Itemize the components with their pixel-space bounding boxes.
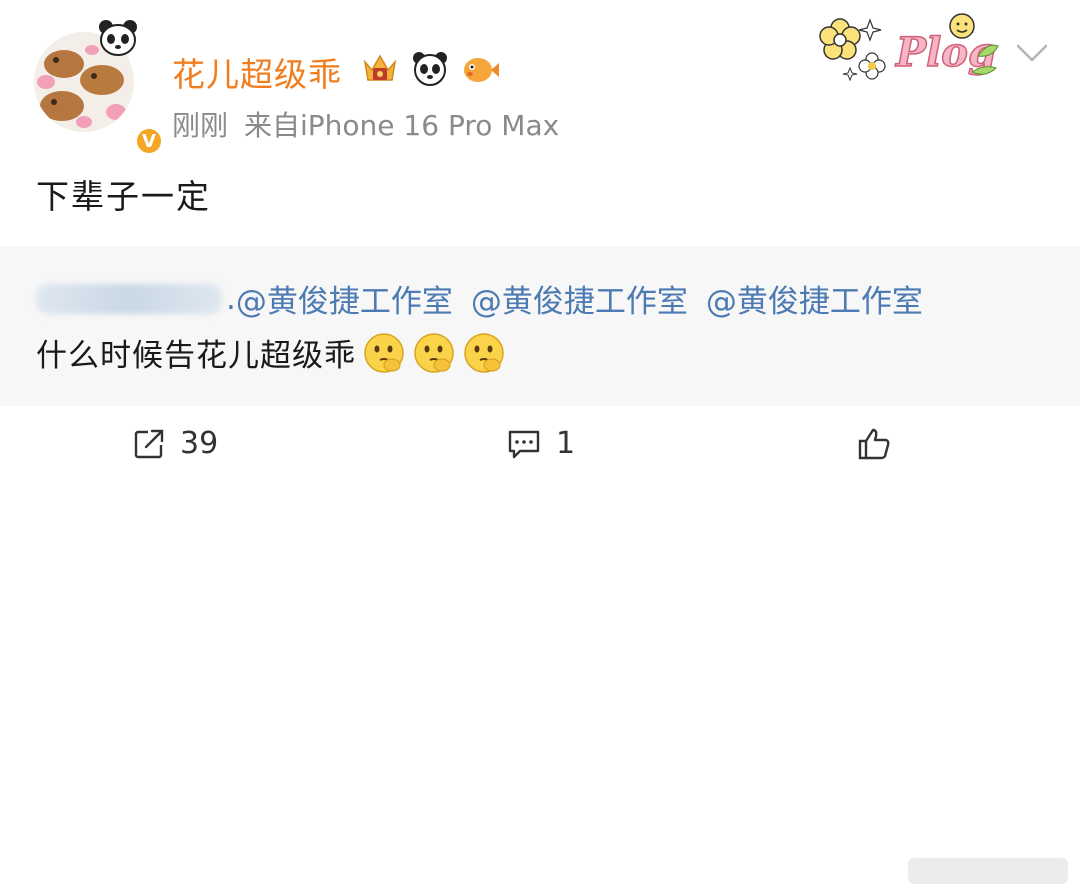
badges <box>360 48 500 88</box>
repost-button[interactable]: 39 <box>132 426 218 461</box>
repost-line2: 什么时候告花儿超级乖 <box>36 330 506 375</box>
blurred-username <box>36 283 222 314</box>
avatar[interactable]: V <box>34 18 164 156</box>
post-source: 来自iPhone 16 Pro Max <box>244 109 560 142</box>
verified-badge-icon: V <box>134 126 164 156</box>
chevron-down-icon[interactable] <box>1012 38 1052 68</box>
like-button[interactable] <box>856 426 906 462</box>
repost-line1: . @黄俊捷工作室 @黄俊捷工作室 @黄俊捷工作室 <box>36 276 941 321</box>
action-bar: 39 1 <box>0 424 1080 884</box>
repost-count: 39 <box>180 426 219 461</box>
repost-box[interactable] <box>0 246 1080 406</box>
comment-count: 1 <box>556 426 576 461</box>
mention-link[interactable]: @黄俊捷工作室 <box>236 276 453 321</box>
username[interactable]: 花儿超级乖 <box>172 48 342 96</box>
post-text: 下辈子一定 <box>36 177 211 216</box>
post-time: 刚刚 <box>172 109 229 142</box>
crown-badge-icon <box>363 54 397 81</box>
comment-button[interactable]: 1 <box>506 426 575 461</box>
thumbs-up-icon <box>858 428 890 460</box>
mention-link[interactable]: @黄俊捷工作室 <box>471 276 688 321</box>
thinking-emoji <box>414 332 454 373</box>
mention-link[interactable]: @黄俊捷工作室 <box>706 276 923 321</box>
thinking-emoji <box>464 332 504 373</box>
comment-icon <box>508 430 540 458</box>
panda-sticker-icon <box>99 20 137 56</box>
pufferfish-icon <box>464 58 499 82</box>
watermark-overlay <box>908 858 1068 884</box>
repost-prefix: . <box>226 280 236 317</box>
thinking-emoji <box>364 332 404 373</box>
share-icon <box>134 429 164 458</box>
panda-icon <box>413 52 447 86</box>
plog-sticker-icon: Plog <box>819 13 999 82</box>
post-meta: 刚刚 来自iPhone 16 Pro Max <box>172 104 575 144</box>
repost-text: 什么时候告花儿超级乖 <box>36 338 356 374</box>
